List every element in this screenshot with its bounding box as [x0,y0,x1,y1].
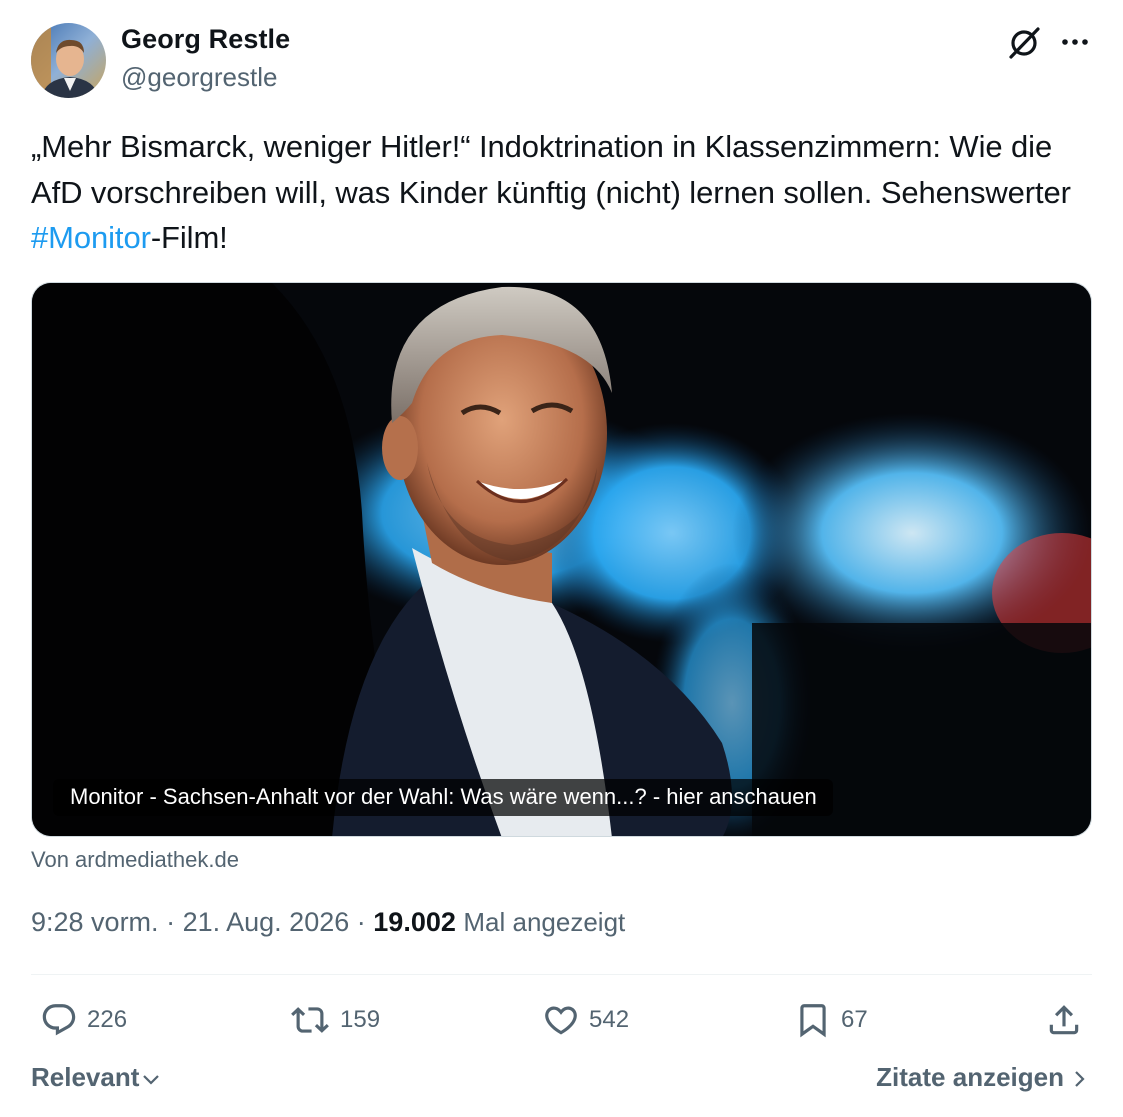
share-icon [1049,1005,1079,1035]
tweet-text: „Mehr Bismarck, weniger Hitler!“ Indoktr… [31,124,1101,261]
retweet-button[interactable]: 159 [289,998,380,1042]
retweet-icon [291,1007,329,1033]
card-caption: Monitor - Sachsen-Anhalt vor der Wahl: W… [53,779,833,816]
sort-label: Relevant [31,1062,140,1092]
more-dots-icon[interactable] [1058,29,1092,55]
card-image [32,283,1091,836]
grok-icon[interactable] [1006,25,1042,61]
bookmark-icon [800,1004,826,1038]
chevron-right-icon [1075,1071,1085,1087]
tweet-meta: 9:28 vorm. · 21. Aug. 2026 · 19.002 Mal … [31,907,625,938]
bookmark-count: 67 [841,1006,868,1033]
reply-button[interactable]: 226 [40,998,127,1042]
retweet-count: 159 [340,1006,381,1033]
reply-count: 226 [87,1006,128,1033]
tweet-date[interactable]: 21. Aug. 2026 [183,907,350,937]
like-count: 542 [589,1006,630,1033]
hashtag-link[interactable]: #Monitor [31,220,151,255]
view-quotes-link[interactable]: Zitate anzeigen [876,1062,1090,1093]
quotes-label: Zitate anzeigen [876,1062,1064,1092]
link-card[interactable]: Monitor - Sachsen-Anhalt vor der Wahl: W… [31,282,1092,837]
reply-icon [42,1004,76,1036]
tweet-time[interactable]: 9:28 vorm. [31,907,159,937]
card-source[interactable]: Von ardmediathek.de [31,847,239,873]
like-button[interactable]: 542 [542,998,629,1042]
sort-dropdown[interactable]: Relevant [31,1062,161,1093]
heart-icon [545,1006,577,1035]
divider [31,974,1092,975]
tweet-text-tail: -Film! [150,220,228,255]
views-count: 19.002 [373,907,456,937]
chevron-down-icon [143,1075,160,1085]
meta-separator: · [356,907,366,937]
tweet-text-body: „Mehr Bismarck, weniger Hitler!“ Indoktr… [31,129,1071,210]
meta-separator: · [166,907,176,937]
author-handle[interactable]: @georgrestle [121,62,277,93]
bookmark-button[interactable]: 67 [794,998,868,1042]
author-avatar[interactable] [31,23,106,98]
author-name[interactable]: Georg Restle [121,24,290,55]
views-label: Mal angezeigt [463,907,626,937]
share-button[interactable] [1045,998,1083,1042]
